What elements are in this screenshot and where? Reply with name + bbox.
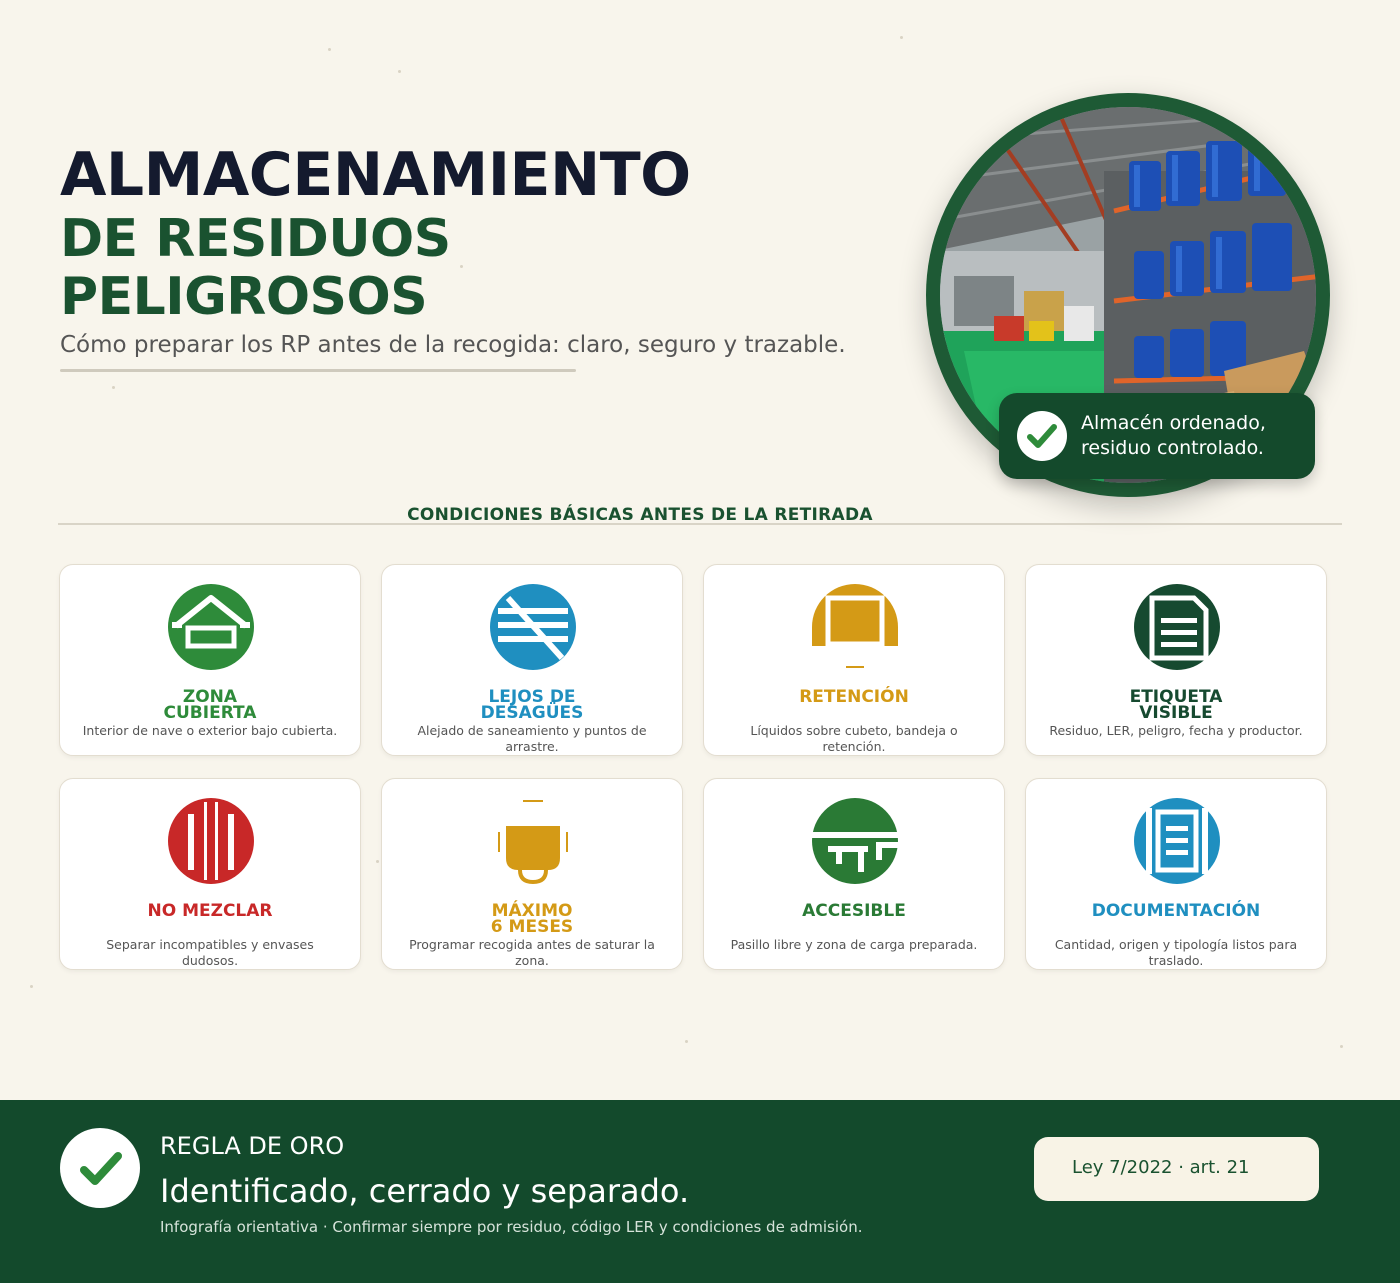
page-title: ALMACENAMIENTO DE RESIDUOS PELIGROSOS xyxy=(60,140,860,326)
card-title: DOCUMENTACIÓN xyxy=(1091,901,1261,921)
condition-card-retencion: RETENCIÓN Líquidos sobre cubeto, bandeja… xyxy=(703,564,1005,756)
golden-rule-footer: REGLA DE ORO Identificado, cerrado y sep… xyxy=(0,1100,1400,1283)
card-description: Separar incompatibles y envases dudosos. xyxy=(106,937,314,968)
card-description: Cantidad, origen y tipología listos para… xyxy=(1054,937,1298,968)
label-icon xyxy=(1134,584,1220,670)
separate-containers-icon xyxy=(168,798,254,884)
card-description: Pasillo libre y zona de carga preparada. xyxy=(730,937,978,952)
check-icon xyxy=(1017,411,1067,461)
photo-caption-line: residuo controlado. xyxy=(1081,437,1264,459)
law-reference: Ley 7/2022 · art. 21 xyxy=(1072,1157,1250,1178)
background-speck xyxy=(30,985,33,988)
card-title: DESAGÜES xyxy=(480,703,584,723)
title-line: PELIGROSOS xyxy=(60,267,428,327)
card-title: NO MEZCLAR xyxy=(147,901,273,921)
condition-card-zona-cubierta: ZONA CUBIERTA Interior de nave o exterio… xyxy=(59,564,361,756)
containment-tray-icon xyxy=(812,584,898,668)
background-speck xyxy=(900,36,903,39)
card-title: ACCESIBLE xyxy=(802,901,906,921)
card-title: RETENCIÓN xyxy=(799,687,909,707)
card-description: Programar recogida antes de saturar la z… xyxy=(409,937,655,968)
document-icon xyxy=(1134,798,1220,884)
card-description: Interior de nave o exterior bajo cubiert… xyxy=(82,723,338,738)
roof-icon xyxy=(168,584,254,670)
condition-card-accesible: ACCESIBLE Pasillo libre y zona de carga … xyxy=(703,778,1005,970)
background-speck xyxy=(328,48,331,51)
card-description: Alejado de saneamiento y puntos de arras… xyxy=(417,723,647,754)
card-title: 6 MESES xyxy=(490,917,574,937)
condition-card-lejos-desagues: LEJOS DE DESAGÜES Alejado de saneamiento… xyxy=(381,564,683,756)
card-title: VISIBLE xyxy=(1139,703,1213,723)
footer-disclaimer: Infografía orientativa · Confirmar siemp… xyxy=(160,1218,863,1236)
no-drain-icon xyxy=(490,584,576,670)
page-subtitle: Cómo preparar los RP antes de la recogid… xyxy=(60,332,846,358)
background-speck xyxy=(376,860,379,863)
photo-caption-badge: Almacén ordenado, residuo controlado. xyxy=(999,393,1315,479)
photo-caption: Almacén ordenado, residuo controlado. xyxy=(1081,411,1311,461)
footer-kicker: REGLA DE ORO xyxy=(160,1132,345,1160)
background-speck xyxy=(112,386,115,389)
divider xyxy=(60,369,576,372)
condition-card-no-mezclar: NO MEZCLAR Separar incompatibles y envas… xyxy=(59,778,361,970)
background-speck xyxy=(398,70,401,73)
card-title: CUBIERTA xyxy=(163,703,257,723)
card-description: Líquidos sobre cubeto, bandeja o retenci… xyxy=(750,723,958,754)
title-line: DE RESIDUOS xyxy=(60,209,451,269)
background-speck xyxy=(685,1040,688,1043)
card-description: Residuo, LER, peligro, fecha y productor… xyxy=(1049,723,1303,738)
container-time-icon xyxy=(498,800,568,884)
law-reference-badge: Ley 7/2022 · art. 21 xyxy=(1034,1137,1319,1201)
access-truck-icon xyxy=(812,798,898,884)
title-line: ALMACENAMIENTO xyxy=(60,140,691,210)
footer-title: Identificado, cerrado y separado. xyxy=(160,1172,690,1210)
condition-card-documentacion: DOCUMENTACIÓN Cantidad, origen y tipolog… xyxy=(1025,778,1327,970)
condition-card-maximo-6-meses: MÁXIMO 6 MESES Programar recogida antes … xyxy=(381,778,683,970)
section-heading: CONDICIONES BÁSICAS ANTES DE LA RETIRADA xyxy=(407,505,873,525)
check-icon xyxy=(60,1128,140,1208)
background-speck xyxy=(1340,1045,1343,1048)
condition-card-etiqueta-visible: ETIQUETA VISIBLE Residuo, LER, peligro, … xyxy=(1025,564,1327,756)
photo-caption-line: Almacén ordenado, xyxy=(1081,412,1266,434)
